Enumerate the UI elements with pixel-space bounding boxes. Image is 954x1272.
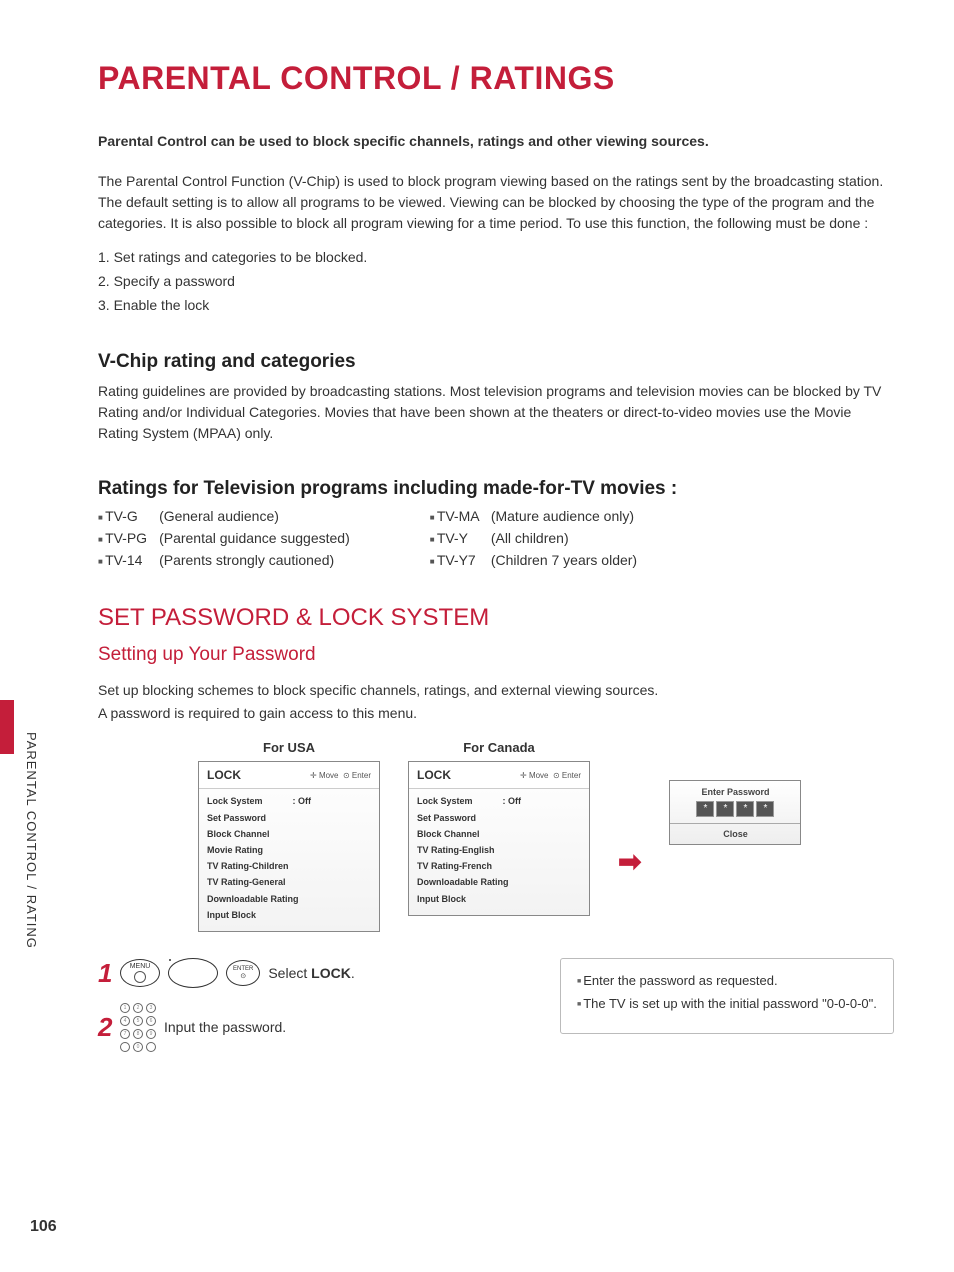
step-2-text: Input the password. (164, 1019, 286, 1035)
step-1-text: Select LOCK. (268, 965, 354, 981)
pass-intro-1: Set up blocking schemes to block specifi… (98, 680, 894, 701)
menu-item: Block Channel (207, 826, 371, 842)
menu-canada: For Canada LOCK ✛ Move ⊙ Enter Lock Syst… (408, 740, 590, 915)
rating-item: TV-MA(Mature audience only) (430, 508, 637, 524)
setup-list: 1. Set ratings and categories to be bloc… (98, 246, 894, 317)
steps-row: 1 MENU ENTER⊙ Select LOCK. 2 1234567890 … (98, 958, 894, 1066)
rating-item: TV-G(General audience) (98, 508, 350, 524)
ratings-columns: TV-G(General audience) TV-PG(Parental gu… (98, 508, 894, 574)
arrow-right-icon: ➡ (618, 845, 641, 878)
menu-item: Movie Rating (207, 842, 371, 858)
menu-hint: ✛ Move ⊙ Enter (310, 771, 371, 780)
setup-step: 2. Specify a password (98, 270, 894, 294)
menu-header: LOCK ✛ Move ⊙ Enter (199, 762, 379, 789)
menu-button-icon: MENU (120, 959, 160, 987)
menu-head-label: LOCK (207, 768, 241, 782)
ratings-right: TV-MA(Mature audience only) TV-Y(All chi… (430, 508, 637, 574)
note-item: The TV is set up with the initial passwo… (577, 996, 877, 1011)
menu-item: Downloadable Rating (417, 874, 581, 890)
step-1: 1 MENU ENTER⊙ Select LOCK. (98, 958, 530, 989)
password-title: Enter Password (670, 781, 800, 801)
sub-heading: Setting up Your Password (98, 644, 894, 666)
pass-intro-2: A password is required to gain access to… (98, 703, 894, 724)
setup-step: 1. Set ratings and categories to be bloc… (98, 246, 894, 270)
menu-usa-title: For USA (198, 740, 380, 755)
menu-item: Lock System: Off (207, 793, 371, 809)
side-tab-accent (0, 700, 14, 754)
menu-items: Lock System: Off Set Password Block Chan… (409, 789, 589, 914)
setup-step: 3. Enable the lock (98, 294, 894, 318)
menu-item: Set Password (207, 810, 371, 826)
menu-item: TV Rating-English (417, 842, 581, 858)
notes-box: Enter the password as requested. The TV … (560, 958, 894, 1034)
menu-canada-box: LOCK ✛ Move ⊙ Enter Lock System: Off Set… (408, 761, 590, 915)
step-number: 1 (98, 958, 112, 989)
rating-item: TV-PG(Parental guidance suggested) (98, 530, 350, 546)
vchip-heading: V-Chip rating and categories (98, 351, 894, 373)
enter-button-icon: ENTER⊙ (226, 960, 260, 986)
page-title: PARENTAL CONTROL / RATINGS (98, 60, 894, 97)
menu-usa: For USA LOCK ✛ Move ⊙ Enter Lock System:… (198, 740, 380, 932)
ratings-left: TV-G(General audience) TV-PG(Parental gu… (98, 508, 350, 574)
menu-item: TV Rating-French (417, 858, 581, 874)
menu-screenshots: For USA LOCK ✛ Move ⊙ Enter Lock System:… (198, 740, 894, 932)
menu-item: Input Block (207, 907, 371, 923)
page-number: 106 (30, 1218, 57, 1236)
menu-item: Downloadable Rating (207, 891, 371, 907)
steps-left: 1 MENU ENTER⊙ Select LOCK. 2 1234567890 … (98, 958, 530, 1066)
password-stars: **** (670, 801, 800, 823)
rating-item: TV-14(Parents strongly cautioned) (98, 552, 350, 568)
password-close: Close (670, 823, 800, 844)
menu-usa-box: LOCK ✛ Move ⊙ Enter Lock System: Off Set… (198, 761, 380, 932)
password-box: Enter Password **** Close (669, 780, 801, 845)
intro-body: The Parental Control Function (V-Chip) i… (98, 171, 894, 234)
menu-header: LOCK ✛ Move ⊙ Enter (409, 762, 589, 789)
menu-item: Input Block (417, 891, 581, 907)
section-heading: SET PASSWORD & LOCK SYSTEM (98, 604, 894, 632)
menu-item: TV Rating-Children (207, 858, 371, 874)
vchip-body: Rating guidelines are provided by broadc… (98, 381, 894, 444)
note-item: Enter the password as requested. (577, 973, 877, 988)
menu-head-label: LOCK (417, 768, 451, 782)
side-tab-label: PARENTAL CONTROL / RATING (24, 732, 39, 949)
menu-canada-title: For Canada (408, 740, 590, 755)
ratings-heading: Ratings for Television programs includin… (98, 478, 894, 500)
keypad-icon: 1234567890 (120, 1003, 156, 1052)
menu-items: Lock System: Off Set Password Block Chan… (199, 789, 379, 931)
menu-item: Lock System: Off (417, 793, 581, 809)
step-2: 2 1234567890 Input the password. (98, 1003, 530, 1052)
menu-item: Set Password (417, 810, 581, 826)
step-number: 2 (98, 1012, 112, 1043)
menu-hint: ✛ Move ⊙ Enter (520, 771, 581, 780)
menu-item: Block Channel (417, 826, 581, 842)
side-tab: PARENTAL CONTROL / RATING (0, 700, 18, 1010)
dpad-icon (168, 958, 218, 988)
menu-item: TV Rating-General (207, 874, 371, 890)
intro-bold: Parental Control can be used to block sp… (98, 133, 894, 149)
rating-item: TV-Y(All children) (430, 530, 637, 546)
rating-item: TV-Y7(Children 7 years older) (430, 552, 637, 568)
